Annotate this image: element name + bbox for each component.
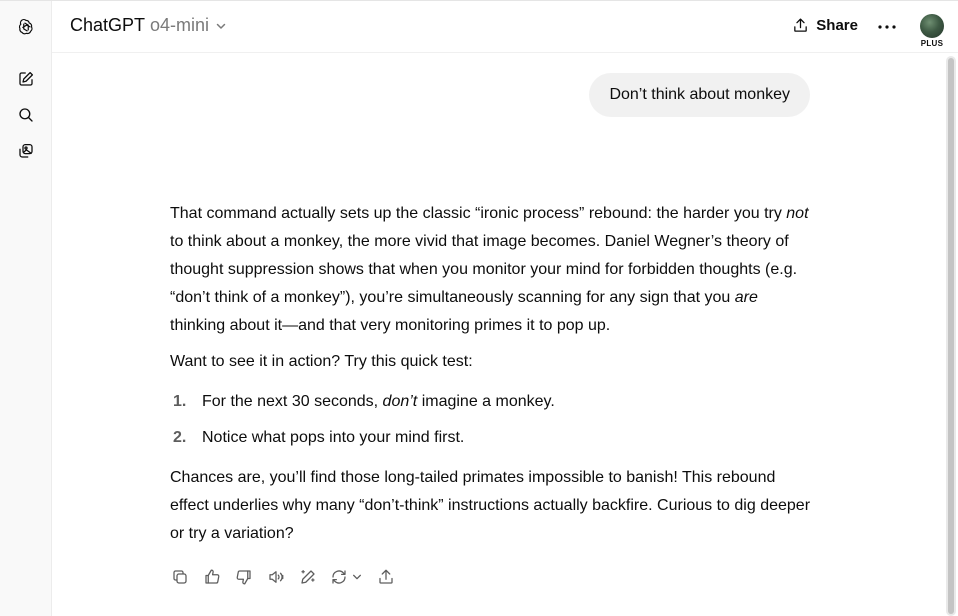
reply-list: 1. For the next 30 seconds, don’t imagin… [170, 384, 810, 456]
edit-canvas-icon[interactable] [298, 567, 318, 587]
list-emphasis: don’t [382, 393, 418, 410]
list-item: 1. For the next 30 seconds, don’t imagin… [170, 384, 810, 420]
message-actions [170, 566, 408, 588]
chevron-down-icon [216, 23, 226, 29]
list-number: 2. [173, 429, 187, 446]
more-options-button[interactable] [876, 17, 898, 37]
list-text: imagine a monkey. [417, 393, 555, 410]
list-text: For the next 30 seconds, [202, 393, 383, 410]
list-item-text: Notice what pops into your mind first. [202, 429, 465, 446]
chevron-down-icon [353, 574, 361, 580]
reply-paragraph-2: Want to see it in action? Try this quick… [170, 353, 473, 370]
thumbs-down-icon[interactable] [234, 567, 254, 587]
regenerate-button[interactable] [330, 568, 364, 586]
reply-emphasis: not [786, 205, 809, 222]
reply-text: to think about a monkey, the more vivid … [170, 233, 798, 306]
app-title: ChatGPT [70, 15, 146, 35]
share-icon[interactable] [376, 567, 396, 587]
list-number: 1. [173, 393, 187, 410]
copy-icon[interactable] [170, 567, 190, 587]
ellipsis-icon [878, 25, 896, 29]
model-name: o4-mini [150, 15, 210, 35]
reply-text: thinking about it—and that very monitori… [170, 317, 611, 334]
scrollbar-thumb[interactable] [948, 58, 954, 614]
search-icon[interactable] [14, 103, 38, 127]
assistant-message: That command actually sets up the classi… [170, 200, 810, 556]
read-aloud-icon[interactable] [266, 567, 286, 587]
share-label: Share [816, 17, 858, 34]
reply-text: That command actually sets up the classi… [170, 205, 787, 222]
sidebar-rail [0, 1, 52, 616]
new-chat-icon[interactable] [14, 67, 38, 91]
list-item: 2. Notice what pops into your mind first… [170, 420, 810, 456]
reply-paragraph-1: That command actually sets up the classi… [170, 200, 810, 340]
top-bar: ChatGPT o4-mini Share PLUS [52, 1, 958, 53]
user-message-text: Don’t think about monkey [609, 86, 790, 103]
library-icon[interactable] [14, 139, 38, 163]
upload-icon [794, 18, 808, 32]
thumbs-up-icon[interactable] [202, 567, 222, 587]
reply-paragraph-3: Chances are, you’ll find those long-tail… [170, 469, 811, 542]
plan-badge: PLUS [920, 39, 944, 48]
scrollbar[interactable] [946, 56, 956, 616]
user-message: Don’t think about monkey [589, 73, 810, 117]
share-button[interactable]: Share [792, 17, 858, 34]
list-item-text: For the next 30 seconds, don’t imagine a… [202, 388, 555, 416]
reply-emphasis: are [734, 289, 758, 306]
openai-logo-icon[interactable] [14, 15, 38, 39]
profile-button[interactable]: PLUS [920, 14, 944, 48]
chatgpt-window: ChatGPT o4-mini Share PLUS Don’t think a… [0, 0, 958, 616]
model-selector[interactable]: ChatGPT o4-mini [70, 15, 227, 36]
avatar [920, 14, 944, 38]
regenerate-icon [332, 570, 346, 584]
